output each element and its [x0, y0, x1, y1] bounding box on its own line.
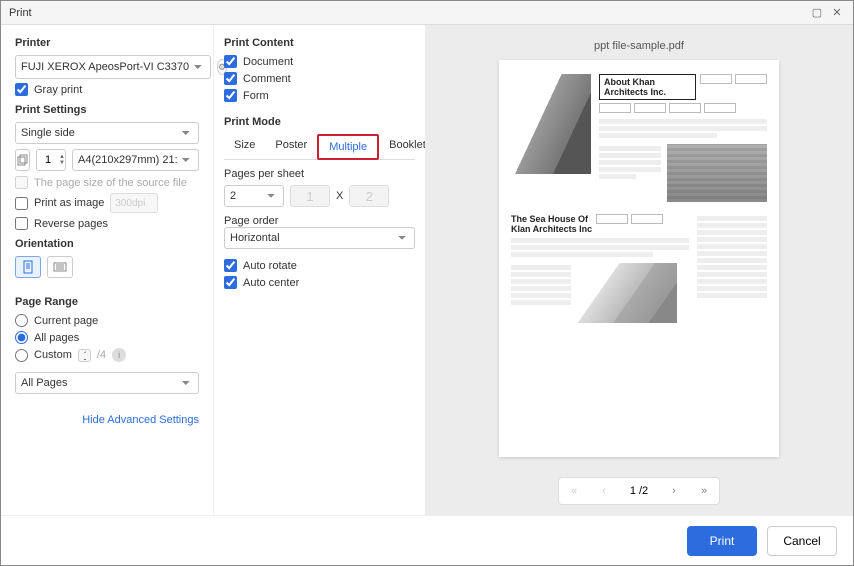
print-mode-label: Print Mode: [224, 116, 415, 128]
print-mode-tabs: Size Poster Multiple Booklet: [224, 134, 415, 160]
print-content-label: Print Content: [224, 37, 415, 49]
page-subset-select[interactable]: All Pages: [15, 372, 199, 394]
reverse-pages-label: Reverse pages: [34, 218, 108, 230]
content-form-label: Form: [243, 90, 269, 102]
content-document-checkbox[interactable]: [224, 55, 237, 68]
content-comment-checkbox[interactable]: [224, 72, 237, 85]
auto-center-label: Auto center: [243, 277, 299, 289]
grid-rows-input: [349, 185, 389, 207]
cancel-button[interactable]: Cancel: [767, 526, 837, 556]
pager-last-button[interactable]: »: [689, 478, 719, 504]
tab-poster[interactable]: Poster: [265, 134, 317, 159]
preview-heading2a: The Sea House Of: [511, 214, 592, 224]
source-size-checkbox: [15, 176, 28, 189]
page-range-label: Page Range: [15, 296, 199, 308]
close-button[interactable]: ✕: [829, 5, 845, 21]
auto-rotate-checkbox[interactable]: [224, 259, 237, 272]
pager-next-button[interactable]: ›: [659, 478, 689, 504]
auto-center-checkbox[interactable]: [224, 276, 237, 289]
dpi-input: 300dpi: [110, 193, 158, 213]
preview-heading1: About Khan Architects Inc.: [599, 74, 696, 100]
orientation-portrait-button[interactable]: [15, 256, 41, 278]
info-icon[interactable]: i: [112, 348, 126, 362]
copies-icon: [15, 149, 30, 171]
printer-section-label: Printer: [15, 37, 199, 49]
gray-print-checkbox[interactable]: [15, 83, 28, 96]
window-title: Print: [9, 7, 32, 19]
orientation-label: Orientation: [15, 238, 199, 250]
pager-first-button[interactable]: «: [559, 478, 589, 504]
hide-advanced-link[interactable]: Hide Advanced Settings: [15, 414, 199, 426]
page-order-label: Page order: [224, 215, 415, 227]
all-pages-radio[interactable]: [15, 331, 28, 344]
grid-separator: X: [336, 190, 343, 202]
preview-heading2b: Klan Architects Inc: [511, 224, 592, 234]
custom-range-input[interactable]: [78, 349, 91, 362]
copies-stepper[interactable]: ▲▼: [36, 149, 66, 171]
preview-image-building1: [511, 74, 591, 174]
titlebar: Print ▢ ✕: [1, 1, 853, 25]
current-page-label: Current page: [34, 315, 98, 327]
custom-range-label: Custom: [34, 349, 72, 361]
print-as-image-label: Print as image: [34, 197, 104, 209]
left-panel: Printer FUJI XEROX ApeosPort-VI C3370 ⚙ …: [1, 25, 213, 515]
pager-page-indicator: 1 /2: [619, 485, 659, 497]
custom-range-radio[interactable]: [15, 349, 28, 362]
source-size-label: The page size of the source file: [34, 177, 187, 189]
print-settings-label: Print Settings: [15, 104, 199, 116]
preview-filename: ppt file-sample.pdf: [594, 40, 684, 52]
orientation-landscape-button[interactable]: [47, 256, 73, 278]
all-pages-label: All pages: [34, 332, 79, 344]
auto-rotate-label: Auto rotate: [243, 260, 297, 272]
duplex-select[interactable]: Single side: [15, 122, 199, 144]
tab-multiple[interactable]: Multiple: [317, 134, 379, 160]
preview-image-building3: [577, 263, 677, 323]
custom-range-suffix: /4: [97, 349, 106, 361]
content-document-label: Document: [243, 56, 293, 68]
gray-print-label: Gray print: [34, 84, 82, 96]
preview-panel: ppt file-sample.pdf About Khan Architect…: [425, 25, 853, 515]
middle-panel: Print Content Document Comment Form Prin…: [213, 25, 425, 515]
pager-prev-button[interactable]: ‹: [589, 478, 619, 504]
preview-page: About Khan Architects Inc.: [499, 60, 779, 457]
content-form-checkbox[interactable]: [224, 89, 237, 102]
dialog-footer: Print Cancel: [1, 515, 853, 565]
paper-size-select[interactable]: A4(210x297mm) 21:: [72, 149, 199, 171]
tab-size[interactable]: Size: [224, 134, 265, 159]
copies-input[interactable]: [37, 150, 59, 170]
print-as-image-checkbox[interactable]: [15, 197, 28, 210]
page-order-select[interactable]: Horizontal: [224, 227, 415, 249]
grid-cols-input: [290, 185, 330, 207]
preview-badges: [700, 74, 767, 84]
print-button[interactable]: Print: [687, 526, 757, 556]
content-comment-label: Comment: [243, 73, 291, 85]
printer-select[interactable]: FUJI XEROX ApeosPort-VI C3370: [15, 55, 211, 79]
pages-per-sheet-label: Pages per sheet: [224, 168, 415, 180]
maximize-button[interactable]: ▢: [809, 5, 825, 21]
current-page-radio[interactable]: [15, 314, 28, 327]
reverse-pages-checkbox[interactable]: [15, 217, 28, 230]
pages-per-sheet-select[interactable]: 2: [224, 185, 284, 207]
preview-image-building2: [667, 144, 767, 202]
preview-pager: « ‹ 1 /2 › »: [558, 477, 720, 505]
